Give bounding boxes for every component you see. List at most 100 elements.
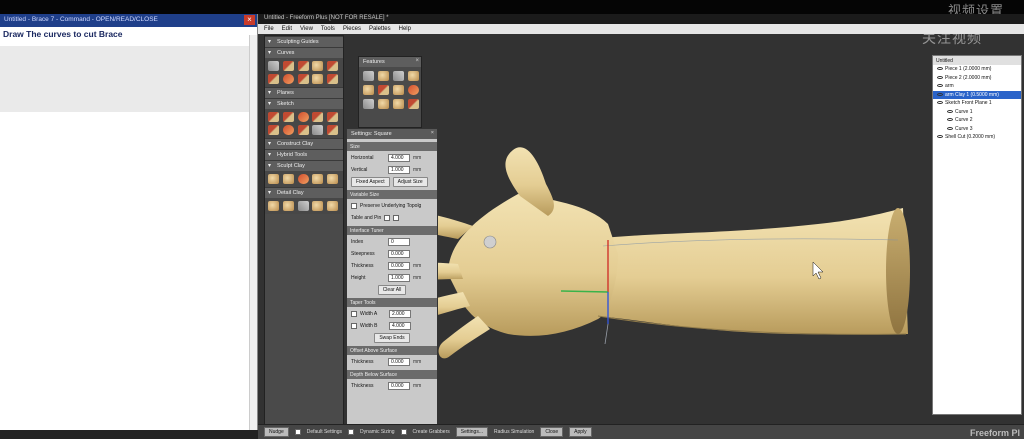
nudge-button[interactable]: Nudge bbox=[264, 427, 289, 437]
sketch-ellipse-icon[interactable] bbox=[282, 125, 294, 135]
select-feature-icon[interactable] bbox=[363, 71, 374, 81]
menu-view[interactable]: View bbox=[300, 26, 313, 32]
section-variable-size[interactable]: Variable Size bbox=[347, 190, 437, 199]
tree-row[interactable]: Curve 1 bbox=[933, 108, 1021, 117]
width-b-checkbox[interactable] bbox=[351, 323, 357, 329]
knife-feature-icon[interactable] bbox=[378, 85, 389, 95]
menu-pieces[interactable]: Pieces bbox=[343, 26, 361, 32]
tree-row[interactable]: Curve 3 bbox=[933, 125, 1021, 134]
emboss-tool-icon[interactable] bbox=[312, 174, 324, 184]
default-settings-checkbox[interactable] bbox=[294, 429, 301, 435]
width-a-checkbox[interactable] bbox=[351, 311, 357, 317]
spline-tool-icon[interactable] bbox=[297, 61, 309, 71]
dynamic-sizing-checkbox[interactable] bbox=[348, 429, 355, 435]
curve-tool-icon[interactable] bbox=[282, 61, 294, 71]
settings-button[interactable]: Settings... bbox=[455, 427, 488, 437]
width-b-input[interactable]: 4.000 bbox=[389, 322, 411, 330]
sketch-curve-icon[interactable] bbox=[282, 112, 294, 122]
detail-stamp-icon[interactable] bbox=[312, 201, 324, 211]
shell-feature-icon[interactable] bbox=[393, 99, 404, 109]
preserve-checkbox[interactable] bbox=[351, 203, 357, 209]
blue-feature-icon[interactable] bbox=[363, 99, 374, 109]
section-offset-above[interactable]: Offset Above Surface bbox=[347, 346, 437, 355]
section-curves[interactable]: Curves bbox=[265, 47, 343, 58]
vertical-input[interactable]: 1.000 bbox=[388, 166, 410, 174]
menu-file[interactable]: File bbox=[264, 26, 274, 32]
trim-tool-icon[interactable] bbox=[327, 61, 339, 71]
eye-icon[interactable] bbox=[947, 118, 953, 122]
sketch-rect-icon[interactable] bbox=[312, 112, 324, 122]
eye-icon[interactable] bbox=[947, 126, 953, 130]
eye-icon[interactable] bbox=[937, 92, 943, 96]
section-taper-tools[interactable]: Taper Tools bbox=[347, 298, 437, 307]
menu-help[interactable]: Help bbox=[399, 26, 411, 32]
eye-icon[interactable] bbox=[937, 84, 943, 88]
index-input[interactable]: 0 bbox=[388, 238, 410, 246]
drill-feature-icon[interactable] bbox=[393, 71, 404, 81]
blob-tool-icon[interactable] bbox=[312, 74, 324, 84]
smooth-tool-icon[interactable] bbox=[282, 174, 294, 184]
detail-emboss-icon[interactable] bbox=[268, 201, 279, 211]
pot-feature-icon[interactable] bbox=[363, 85, 374, 95]
section-planes[interactable]: Planes bbox=[265, 87, 343, 98]
sketch-trim-icon[interactable] bbox=[312, 125, 324, 135]
tree-row-selected[interactable]: arm Clay 1 (0.5000 mm) bbox=[933, 90, 1021, 99]
eye-icon[interactable] bbox=[947, 109, 953, 113]
section-sculpting-guides[interactable]: Sculpting Guides bbox=[265, 36, 343, 47]
section-detail-clay[interactable]: Detail Clay bbox=[265, 187, 343, 198]
pointer-tool-icon[interactable] bbox=[268, 61, 279, 71]
offset-input[interactable]: 0.000 bbox=[388, 358, 410, 366]
sphere-tool-icon[interactable] bbox=[312, 61, 324, 71]
torus-feature-icon[interactable] bbox=[408, 85, 419, 95]
table-checkbox[interactable] bbox=[384, 215, 391, 221]
section-sketch[interactable]: Sketch bbox=[265, 98, 343, 109]
close-button[interactable]: Close bbox=[540, 427, 564, 437]
eye-icon[interactable] bbox=[937, 101, 943, 105]
line-tool-icon[interactable] bbox=[297, 74, 309, 84]
sketch-arc-icon[interactable] bbox=[268, 125, 279, 135]
clear-all-button[interactable]: Clear All bbox=[377, 285, 407, 295]
cut-feature-icon[interactable] bbox=[408, 99, 419, 109]
height-input[interactable]: 1.000 bbox=[388, 274, 410, 282]
tug-tool-icon[interactable] bbox=[297, 174, 309, 184]
ball-feature-icon[interactable] bbox=[378, 71, 389, 81]
fixed-aspect-button[interactable]: Fixed Aspect bbox=[351, 177, 390, 187]
width-a-input[interactable]: 2.000 bbox=[389, 310, 411, 318]
depth-input[interactable]: 0.000 bbox=[388, 382, 410, 390]
detail-deboss-icon[interactable] bbox=[297, 201, 309, 211]
scene-root[interactable]: Untitled bbox=[933, 56, 1021, 65]
close-icon[interactable]: × bbox=[244, 15, 255, 25]
add-clay-icon[interactable] bbox=[327, 174, 339, 184]
tree-row[interactable]: Piece 2 (2.0000 mm) bbox=[933, 74, 1021, 83]
sketch-line-icon[interactable] bbox=[268, 112, 279, 122]
eye-icon[interactable] bbox=[937, 75, 943, 79]
adjust-size-button[interactable]: Adjust Size bbox=[392, 177, 428, 187]
tree-row[interactable]: Sketch Front Plane 1 bbox=[933, 99, 1021, 108]
section-construct-clay[interactable]: Construct Clay bbox=[265, 138, 343, 149]
arc-tool-icon[interactable] bbox=[282, 74, 294, 84]
tree-row[interactable]: Piece 1 (2.0000 mm) bbox=[933, 65, 1021, 74]
close-icon[interactable]: × bbox=[431, 130, 434, 136]
sketch-poly-icon[interactable] bbox=[327, 112, 339, 122]
close-icon[interactable]: × bbox=[415, 58, 419, 64]
shape-feature-icon[interactable] bbox=[408, 71, 419, 81]
section-size[interactable]: Size bbox=[347, 142, 437, 151]
connect-tool-icon[interactable] bbox=[327, 74, 339, 84]
steepness-input[interactable]: 0.000 bbox=[388, 250, 410, 258]
detail-wrap-icon[interactable] bbox=[282, 201, 294, 211]
eye-icon[interactable] bbox=[937, 67, 943, 71]
apply-button[interactable]: Apply bbox=[569, 427, 592, 437]
bowl-feature-icon[interactable] bbox=[393, 85, 404, 95]
carve-tool-icon[interactable] bbox=[268, 174, 279, 184]
tree-row[interactable]: arm bbox=[933, 82, 1021, 91]
tree-row[interactable]: Shell Cut (0.2000 mm) bbox=[933, 133, 1021, 142]
eye-icon[interactable] bbox=[937, 135, 943, 139]
create-grabbers-checkbox[interactable] bbox=[400, 429, 407, 435]
section-sculpt-clay[interactable]: Sculpt Clay bbox=[265, 160, 343, 171]
section-depth-below[interactable]: Depth Below Surface bbox=[347, 370, 437, 379]
detail-paint-icon[interactable] bbox=[327, 201, 339, 211]
tree-row[interactable]: Curve 2 bbox=[933, 116, 1021, 125]
section-interface-tuner[interactable]: Interface Tuner bbox=[347, 226, 437, 235]
lump-feature-icon[interactable] bbox=[378, 99, 389, 109]
offset-tool-icon[interactable] bbox=[268, 74, 279, 84]
